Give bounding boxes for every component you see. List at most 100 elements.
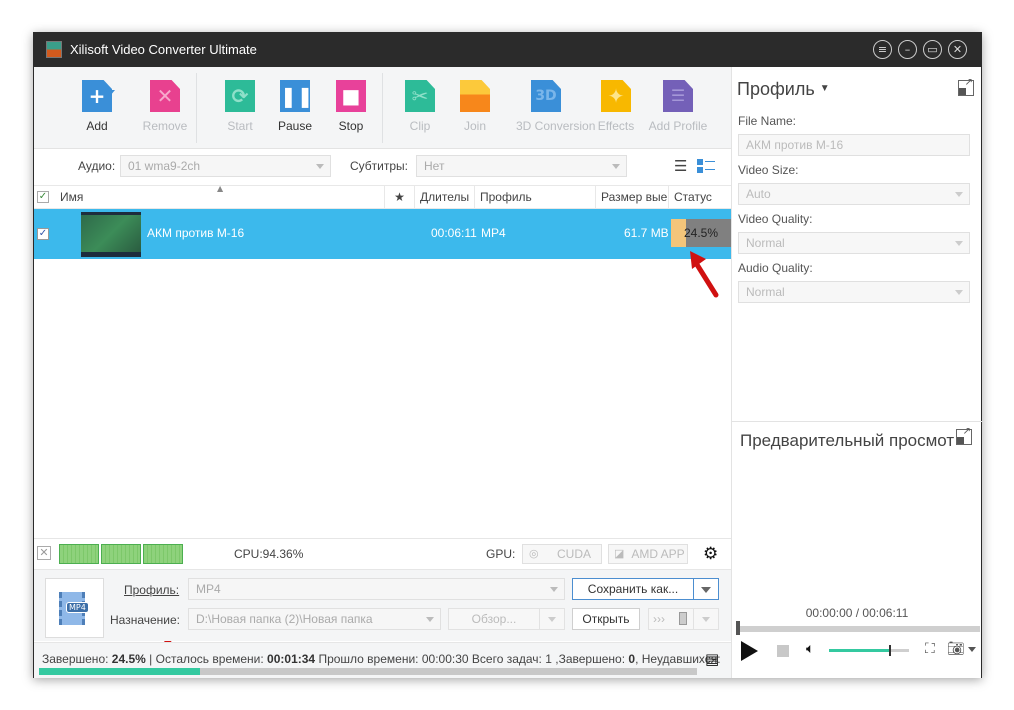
overall-progress-bar [39, 668, 697, 675]
transfer-dropdown[interactable] [693, 608, 719, 630]
play-icon[interactable] [741, 641, 758, 661]
done-label: Завершено: [42, 652, 109, 666]
snapshot-favorite-icon[interactable]: ⛶ [925, 641, 935, 657]
window-title: Xilisoft Video Converter Ultimate [70, 42, 257, 57]
chevron-down-icon [955, 241, 963, 246]
column-header-status[interactable]: Статус [669, 186, 731, 209]
cuda-button[interactable]: ◎ CUDA [522, 544, 602, 564]
3d-icon: 3D [531, 80, 561, 112]
chevron-down-icon[interactable] [968, 647, 976, 652]
stop-button[interactable]: ■ Stop [321, 80, 381, 133]
toolbar: + Add ✕ Remove ⟳ Start ❚❚ Pause ■ Stop ✂… [34, 67, 731, 149]
detail-view-icon[interactable] [697, 159, 715, 173]
column-header-duration[interactable]: Длителы [415, 186, 475, 209]
table-header: ✓ Имя ▲ ★ Длителы Профиль Размер вые Ста… [34, 184, 731, 209]
output-panel: MP4 Профиль: MP4 Сохранить как... Назнач… [34, 569, 731, 641]
clip-button[interactable]: ✂ Clip [390, 80, 450, 133]
save-as-dropdown[interactable] [693, 578, 719, 600]
video-size-select[interactable]: Auto [738, 183, 970, 205]
transfer-to-device-button[interactable]: ››› [648, 608, 694, 630]
volume-fill [829, 649, 889, 652]
amd-app-button[interactable]: ◪ AMD APP [608, 544, 688, 564]
menu-icon[interactable]: ≡ [873, 40, 892, 59]
cpu-core-graph [59, 544, 99, 564]
chevron-down-icon [548, 617, 556, 623]
minimize-icon[interactable]: – [898, 40, 917, 59]
destination-select[interactable]: D:\Новая папка (2)\Новая папка [188, 608, 441, 630]
maximize-icon[interactable]: ▭ [923, 40, 942, 59]
column-header-size[interactable]: Размер вые [596, 186, 669, 209]
expand-icon[interactable] [956, 426, 972, 445]
profile-select-value: MP4 [196, 582, 221, 596]
profile-select[interactable]: MP4 [188, 578, 565, 600]
expand-icon[interactable] [958, 77, 974, 96]
select-all-checkbox[interactable]: ✓ [37, 191, 49, 203]
subtitles-select[interactable]: Нет [416, 155, 627, 177]
effects-button[interactable]: ✦ Effects [586, 80, 646, 133]
add-profile-button[interactable]: ☰ Add Profile [648, 80, 708, 133]
cpu-usage: CPU:94.36% [234, 547, 304, 561]
close-cpu-graph-icon[interactable]: ✕ [37, 546, 51, 560]
start-button[interactable]: ⟳ Start [210, 80, 270, 133]
remove-label: Remove [142, 119, 188, 133]
chevron-down-icon [702, 617, 710, 623]
scissors-icon: ✂ [405, 80, 435, 112]
total-value: 1 [545, 652, 552, 666]
save-as-button[interactable]: Сохранить как... [572, 578, 694, 600]
volume-handle[interactable] [889, 645, 891, 656]
video-quality-select[interactable]: Normal [738, 232, 970, 254]
preview-title: Предварительный просмотр [740, 431, 955, 450]
pause-icon: ❚❚ [280, 80, 314, 112]
browse-dropdown[interactable] [539, 608, 565, 630]
join-button[interactable]: Join [445, 80, 505, 133]
chevron-down-icon [612, 164, 620, 169]
browse-button[interactable]: Обзор... [448, 608, 540, 630]
add-file-icon: + [82, 80, 112, 112]
gear-icon[interactable]: ⚙ [703, 544, 718, 564]
stop-icon[interactable] [777, 645, 789, 657]
pause-button[interactable]: ❚❚ Pause [265, 80, 325, 133]
toolbar-divider [196, 73, 197, 143]
chevron-down-icon [955, 290, 963, 295]
elapsed-label: Прошло времени: [318, 652, 419, 666]
open-folder-button[interactable]: Открыть [572, 608, 640, 630]
log-icon[interactable]: ▤ [705, 650, 719, 668]
audio-select[interactable]: 01 wma9-2ch [120, 155, 331, 177]
audio-label: Аудио: [78, 159, 116, 173]
chevron-down-icon[interactable] [105, 90, 115, 96]
total-label: Всего задач: [471, 652, 542, 666]
row-profile: MP4 [481, 226, 506, 240]
row-duration: 00:06:11 [431, 226, 477, 240]
3d-conversion-button[interactable]: 3D 3D Conversion [516, 80, 595, 133]
amd-icon: ◪ [614, 548, 625, 560]
seek-handle[interactable] [736, 621, 740, 635]
completed-label: ,Завершено: [555, 652, 626, 666]
toolbar-divider [382, 73, 383, 143]
device-icon [679, 612, 687, 625]
profile-thumbnail: MP4 [45, 578, 104, 638]
seek-bar[interactable] [736, 621, 980, 635]
row-checkbox[interactable]: ✓ [37, 228, 49, 240]
sort-ascending-icon: ▲ [217, 184, 224, 193]
clip-label: Clip [409, 119, 431, 133]
volume-slider[interactable] [829, 645, 909, 656]
remove-button[interactable]: ✕ Remove [135, 80, 195, 133]
pause-label: Pause [277, 119, 313, 133]
start-icon: ⟳ [225, 80, 255, 112]
list-view-icon[interactable]: ☰ [674, 159, 687, 174]
profile-panel-title[interactable]: Профиль ▼ [737, 79, 830, 100]
preview-time: 00:00:00 / 00:06:11 [805, 606, 909, 620]
column-header-profile[interactable]: Профиль [475, 186, 596, 209]
chevron-down-icon [701, 586, 711, 593]
volume-icon[interactable]: 🔈︎ [806, 641, 814, 657]
right-panel: Профиль ▼ File Name: АКМ против М-16 Vid… [731, 67, 982, 678]
audio-quality-select[interactable]: Normal [738, 281, 970, 303]
add-label: Add [86, 119, 108, 133]
close-icon[interactable]: ✕ [948, 40, 967, 59]
status-bar: Завершено: 24.5% | Осталось времени: 00:… [34, 642, 731, 678]
column-header-favorite[interactable]: ★ [385, 186, 415, 209]
file-name-input[interactable]: АКМ против М-16 [738, 134, 970, 156]
add-button[interactable]: + Add [67, 80, 127, 133]
camera-icon[interactable]: 📷︎ [947, 641, 965, 657]
table-row[interactable]: ✓ АКМ против М-16 00:06:11 MP4 61.7 MB 2… [34, 209, 731, 259]
